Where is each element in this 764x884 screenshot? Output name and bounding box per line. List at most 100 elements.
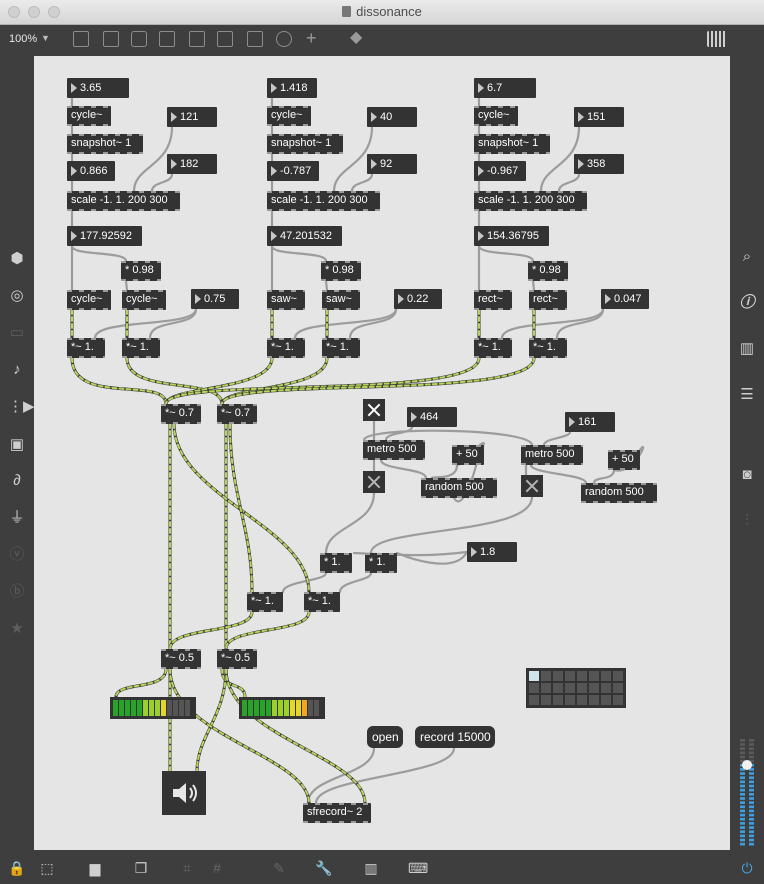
detune-multiply-object[interactable]: * 0.98	[321, 261, 361, 281]
matrix-cell[interactable]	[589, 695, 599, 705]
gain-knob[interactable]	[742, 760, 752, 770]
toggle-object-icon[interactable]	[159, 31, 175, 47]
dial-object-icon[interactable]	[276, 31, 292, 47]
matrix-cell[interactable]	[565, 695, 575, 705]
voice-gain-a-object[interactable]: *~ 1.	[67, 338, 105, 358]
snapshot-value-number[interactable]: -0.787	[267, 161, 319, 181]
master-gain-slider[interactable]	[736, 738, 758, 846]
detune-multiply-object[interactable]: * 0.98	[528, 261, 568, 281]
lfo-frequency-number[interactable]: 1.418	[267, 78, 317, 98]
matrix-control[interactable]	[526, 668, 626, 708]
oscillator-b-object[interactable]: rect~	[529, 290, 567, 310]
wrench-icon[interactable]: 🔧	[315, 860, 333, 876]
scale-min-number[interactable]: 40	[367, 107, 417, 127]
voice-gain-b-object[interactable]: *~ 1.	[529, 338, 567, 358]
snapshot-object[interactable]: snapshot~ 1	[474, 134, 550, 154]
sequence-icon[interactable]: ⋮▶	[8, 398, 35, 416]
list-icon[interactable]: ☰	[738, 386, 756, 404]
audio-output-button[interactable]	[162, 771, 206, 815]
matrix-cell[interactable]	[553, 683, 563, 693]
lfo-cycle-object[interactable]: cycle~	[267, 106, 311, 126]
envelope-depth-number[interactable]: 1.8	[467, 542, 517, 562]
matrix-cell[interactable]	[577, 695, 587, 705]
metro-b-interval-number[interactable]: 161	[565, 412, 615, 432]
add-a-object[interactable]: + 50	[452, 445, 484, 465]
voice-gain-number[interactable]: 0.047	[601, 289, 649, 309]
oscillator-b-object[interactable]: saw~	[322, 290, 360, 310]
snapshot-object[interactable]: snapshot~ 1	[267, 134, 343, 154]
lfo-frequency-number[interactable]: 6.7	[474, 78, 536, 98]
add-b-object[interactable]: + 50	[608, 450, 640, 470]
voice-gain-number[interactable]: 0.75	[191, 289, 239, 309]
scaled-frequency-number[interactable]: 47.201532	[267, 226, 342, 246]
oscillator-b-object[interactable]: cycle~	[122, 290, 166, 310]
matrix-cell[interactable]	[529, 671, 539, 681]
matrix-cell[interactable]	[613, 671, 623, 681]
matrix-cell[interactable]	[565, 671, 575, 681]
oscillator-a-object[interactable]: cycle~	[67, 290, 111, 310]
matrix-cell[interactable]	[613, 695, 623, 705]
metro-a-object[interactable]: metro 500	[363, 440, 425, 460]
detune-multiply-object[interactable]: * 0.98	[121, 261, 161, 281]
snapshot-value-number[interactable]: -0.967	[474, 161, 526, 181]
oscillator-a-object[interactable]: saw~	[267, 290, 305, 310]
metro-a-interval-number[interactable]: 464	[407, 407, 457, 427]
target-icon[interactable]: ◎	[8, 287, 26, 305]
open-message[interactable]: open	[367, 726, 403, 748]
scale-min-number[interactable]: 151	[574, 107, 624, 127]
scale-max-number[interactable]: 92	[367, 154, 417, 174]
search-icon[interactable]: ⌕	[738, 248, 756, 266]
paperclip-icon[interactable]: ∂	[8, 472, 26, 490]
add-object-icon[interactable]: +	[306, 29, 322, 47]
metro-a-toggle[interactable]	[363, 399, 385, 421]
zoom-level[interactable]: 100%	[9, 33, 37, 45]
patcher-canvas[interactable]: 3.65 cycle~ 121 snapshot~ 1 0.866 182 sc…	[34, 56, 730, 850]
scaled-frequency-number[interactable]: 177.92592	[67, 226, 142, 246]
scaled-frequency-number[interactable]: 154.36795	[474, 226, 549, 246]
scale-max-number[interactable]: 358	[574, 154, 624, 174]
scale-object[interactable]: scale -1. 1. 200 300	[474, 191, 587, 211]
envelope-a-object[interactable]: * 1.	[320, 553, 352, 573]
envelope-b-object[interactable]: * 1.	[365, 553, 397, 573]
play-object-icon[interactable]	[217, 31, 233, 47]
oscillator-a-object[interactable]: rect~	[474, 290, 512, 310]
pan-left-object[interactable]: *~ 1.	[247, 592, 283, 612]
matrix-cell[interactable]	[577, 671, 587, 681]
random-a-object[interactable]: random 500	[421, 478, 497, 498]
lfo-cycle-object[interactable]: cycle~	[67, 106, 111, 126]
metro-b-object[interactable]: metro 500	[521, 445, 583, 465]
presentation-icon[interactable]: ▆	[86, 860, 104, 876]
matrix-cell[interactable]	[589, 671, 599, 681]
matrix-cell[interactable]	[529, 683, 539, 693]
matrix-cell[interactable]	[541, 683, 551, 693]
message-box-icon[interactable]	[103, 31, 119, 47]
scale-object[interactable]: scale -1. 1. 200 300	[67, 191, 180, 211]
book-icon[interactable]: ▥	[738, 340, 756, 358]
slider-object-icon[interactable]	[247, 31, 263, 47]
scale-object[interactable]: scale -1. 1. 200 300	[267, 191, 380, 211]
snapshot-value-number[interactable]: 0.866	[67, 161, 115, 181]
voice-gain-number[interactable]: 0.22	[394, 289, 442, 309]
matrix-cell[interactable]	[601, 695, 611, 705]
matrix-cell[interactable]	[541, 695, 551, 705]
paint-bucket-icon[interactable]: ◆	[350, 30, 366, 47]
speech-icon[interactable]	[131, 31, 147, 47]
lfo-frequency-number[interactable]: 3.65	[67, 78, 129, 98]
midi-keyboard-icon[interactable]: ⌨	[408, 860, 428, 876]
voice-gain-b-object[interactable]: *~ 1.	[322, 338, 360, 358]
voice-gain-a-object[interactable]: *~ 1.	[474, 338, 512, 358]
lfo-cycle-object[interactable]: cycle~	[474, 106, 518, 126]
pan-right-object[interactable]: *~ 1.	[304, 592, 340, 612]
matrix-cell[interactable]	[553, 695, 563, 705]
lock-icon[interactable]: 🔒	[8, 860, 26, 876]
matrix-cell[interactable]	[577, 683, 587, 693]
chevron-down-icon[interactable]: ▼	[41, 33, 50, 43]
mix-left-object[interactable]: *~ 0.7	[161, 404, 201, 424]
music-note-icon[interactable]: ♪	[8, 361, 26, 379]
metro-a-output-toggle[interactable]	[363, 471, 385, 493]
comment-box-icon[interactable]	[73, 31, 89, 47]
matrix-cell[interactable]	[541, 671, 551, 681]
matrix-cell[interactable]	[565, 683, 575, 693]
scale-max-number[interactable]: 182	[167, 154, 217, 174]
output-left-object[interactable]: *~ 0.5	[161, 649, 201, 669]
